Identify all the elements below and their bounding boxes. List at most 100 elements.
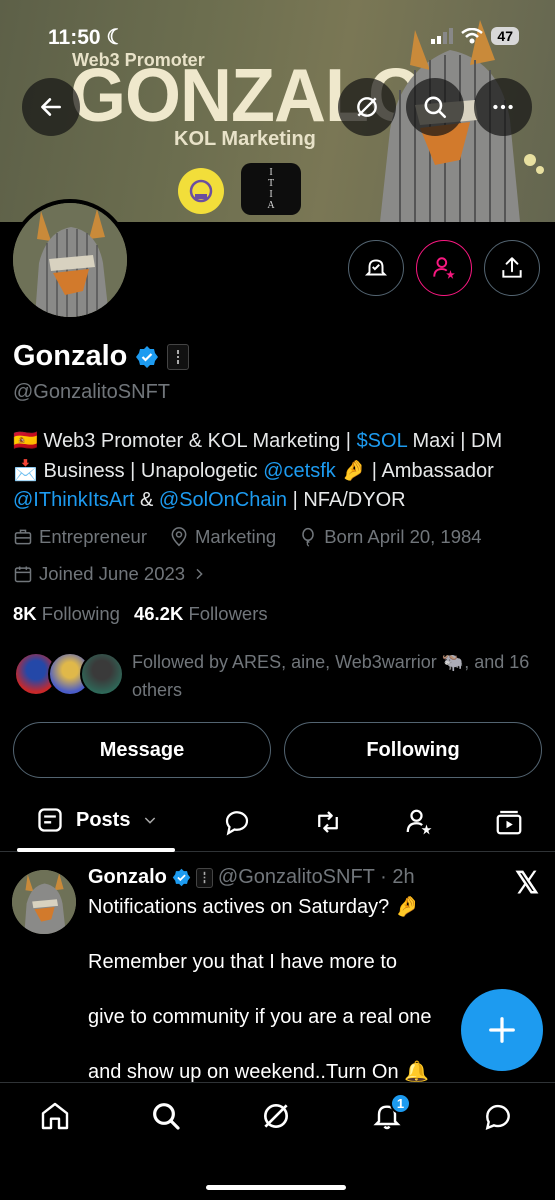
subscribe-button[interactable] <box>416 240 472 296</box>
verified-badge-icon[interactable] <box>135 345 159 369</box>
message-button[interactable]: Message <box>13 722 271 778</box>
bio-text: Maxi | DM <box>406 430 503 452</box>
moon-icon: ☾ <box>106 26 126 49</box>
following-count: 8K <box>13 603 37 624</box>
repost-icon <box>318 811 338 833</box>
cashtag-link[interactable]: $SOL <box>357 430 407 452</box>
itia-letter: A <box>267 200 275 211</box>
posts-icon <box>38 808 62 832</box>
banner-logo-icon <box>178 168 224 214</box>
balloon-icon <box>302 527 314 547</box>
person-star-icon <box>406 809 432 835</box>
reply-bubble-icon <box>225 811 249 836</box>
birthday-label: Born April 20, 1984 <box>324 526 482 547</box>
banner-itia-logo: I T I A <box>241 163 301 215</box>
more-horizontal-icon <box>493 104 513 110</box>
profile-joined[interactable]: Joined June 2023 <box>13 563 207 585</box>
post-meta: @GonzalitoSNFT · 2h <box>217 866 415 888</box>
itia-letter: T <box>267 178 275 189</box>
verified-badge-icon <box>172 868 191 887</box>
home-indicator <box>206 1185 346 1190</box>
person-star-icon <box>433 257 455 279</box>
mention-link[interactable]: @cetsfk <box>263 460 336 482</box>
following-label: Following <box>41 603 120 624</box>
status-time: 11:50 ☾ <box>48 26 126 49</box>
chevron-down-icon <box>145 817 156 824</box>
followed-by[interactable]: Followed by ARES, aine, Web3warrior 🐃, a… <box>14 648 544 704</box>
compose-button[interactable] <box>461 989 543 1071</box>
profile-tabs: Posts <box>0 796 555 852</box>
post-text: Notifications actives on Saturday? 🤌 Rem… <box>88 894 488 1082</box>
bio-text: | NFA/DYOR <box>287 489 406 511</box>
banner-tagline: KOL Marketing <box>174 128 316 150</box>
nav-notifications[interactable]: 1 <box>370 1093 411 1133</box>
profile-handle: @GonzalitoSNFT <box>13 381 171 403</box>
spain-flag-icon: 🇪🇸 <box>13 430 38 452</box>
followers-stat[interactable]: 46.2K Followers <box>134 603 268 625</box>
following-stat[interactable]: 8K Following <box>13 603 120 625</box>
notification-count-badge: 1 <box>390 1093 411 1114</box>
joined-label: Joined June 2023 <box>39 563 186 584</box>
mention-link[interactable]: @IThinkItsArt <box>13 489 134 511</box>
search-icon <box>153 1103 180 1130</box>
post-author-name[interactable]: Gonzalo <box>88 866 167 889</box>
bio-text: & <box>134 489 159 511</box>
share-icon <box>502 257 522 278</box>
signal-icon <box>431 28 454 44</box>
wifi-icon <box>461 28 484 44</box>
back-button[interactable] <box>22 78 80 136</box>
profile-avatar-ring[interactable] <box>9 199 131 321</box>
nav-search[interactable] <box>149 1099 183 1133</box>
post-header: Gonzalo @GonzalitoSNFT · 2h <box>88 866 415 889</box>
more-options-button[interactable] <box>474 78 532 136</box>
post-line: give to community if you are a real one <box>88 1006 432 1028</box>
calendar-icon <box>14 566 32 583</box>
tab-posts-label: Posts <box>76 808 131 831</box>
post-line: and show up on weekend..Turn On 🔔 <box>88 1061 430 1082</box>
fox-avatar-image <box>13 203 127 317</box>
followers-count: 46.2K <box>133 603 184 624</box>
nav-home[interactable] <box>38 1099 72 1133</box>
bell-check-icon <box>364 259 388 276</box>
mutual-avatar <box>80 652 124 696</box>
grok-button[interactable] <box>338 78 396 136</box>
tab-media[interactable] <box>493 806 525 838</box>
profile-meta-row: Entrepreneur Marketing Born April 20, 19… <box>13 526 482 548</box>
home-icon <box>41 1102 69 1130</box>
nav-messages[interactable] <box>481 1099 515 1133</box>
profile-birthday: Born April 20, 1984 <box>298 526 482 548</box>
nav-grok[interactable] <box>259 1099 293 1133</box>
bio-text: Business | Unapologetic <box>37 459 264 482</box>
pinched-fingers-icon: 🤌 <box>341 459 367 482</box>
search-icon <box>424 96 447 119</box>
battery-indicator: 47 <box>491 27 519 45</box>
post-line: Notifications actives on Saturday? 🤌 <box>88 896 420 918</box>
location-pin-icon <box>171 527 187 547</box>
share-button[interactable] <box>484 240 540 296</box>
tab-posts[interactable]: Posts <box>36 806 158 834</box>
notifications-subscribe-button[interactable] <box>348 240 404 296</box>
location-label: Marketing <box>194 526 277 547</box>
tab-reposts[interactable] <box>312 806 344 838</box>
avatar[interactable] <box>13 203 127 317</box>
arrow-left-icon <box>41 98 61 116</box>
profile-joined-row[interactable]: Joined June 2023 <box>13 563 207 585</box>
post-avatar[interactable] <box>12 870 76 934</box>
tab-replies[interactable] <box>221 806 253 838</box>
plus-icon <box>489 1017 515 1043</box>
following-button[interactable]: Following <box>284 722 542 778</box>
category-label: Entrepreneur <box>39 526 147 547</box>
fox-avatar-image <box>12 870 76 934</box>
display-name: Gonzalo <box>13 340 128 372</box>
bottom-navigation: 1 <box>0 1082 555 1200</box>
tab-subscriptions[interactable] <box>403 806 435 838</box>
message-bubble-icon <box>485 1104 510 1130</box>
affiliate-badge-icon[interactable] <box>167 343 190 370</box>
search-button[interactable] <box>406 78 464 136</box>
mention-link[interactable]: @SolOnChain <box>159 489 287 511</box>
followed-by-text: Followed by ARES, aine, Web3warrior 🐃, a… <box>132 652 530 700</box>
x-logo-icon: 𝕏 <box>514 867 539 900</box>
profile-location: Marketing <box>169 526 276 548</box>
followers-label: Followers <box>188 603 268 624</box>
bio-text: | Ambassador <box>366 459 494 482</box>
